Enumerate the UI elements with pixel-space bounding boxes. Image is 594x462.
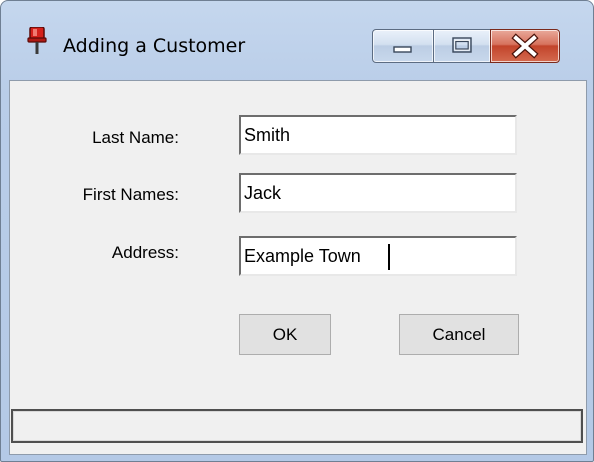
text-caret <box>388 244 390 270</box>
dialog-window: Adding a Customer Last Name: Smith First… <box>0 0 594 462</box>
maximize-icon <box>452 37 472 53</box>
close-button[interactable] <box>490 29 560 63</box>
first-names-field[interactable] <box>239 173 517 213</box>
minimize-button[interactable] <box>372 29 434 63</box>
address-label: Address: <box>111 243 179 262</box>
last-name-field[interactable] <box>239 115 517 155</box>
maximize-button[interactable] <box>433 29 491 63</box>
close-icon <box>511 33 539 59</box>
cancel-button[interactable]: Cancel <box>399 314 519 355</box>
red-pushpin-icon <box>27 27 47 54</box>
last-name-label: Last Name: <box>92 128 179 147</box>
status-bar-panel <box>13 411 581 441</box>
minimize-icon <box>393 46 412 53</box>
ok-button[interactable]: OK <box>239 314 331 355</box>
dialog-client-area: Last Name: First Names: Address: OK Canc… <box>9 80 587 455</box>
title-bar[interactable]: Adding a Customer <box>1 1 593 63</box>
caption-buttons <box>372 29 560 63</box>
address-field[interactable] <box>239 236 517 276</box>
first-names-label: First Names: <box>82 185 179 204</box>
status-bar <box>11 409 583 443</box>
window-title: Adding a Customer <box>63 35 246 57</box>
